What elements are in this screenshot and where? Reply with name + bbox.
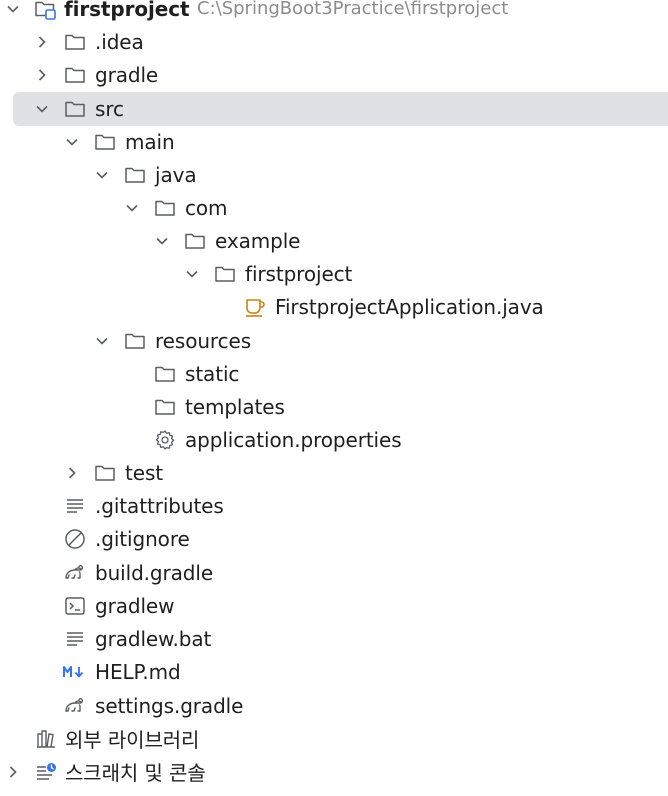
gradle-elephant-icon xyxy=(63,556,87,589)
scratch-icon xyxy=(34,755,58,788)
folder-icon xyxy=(63,92,87,125)
tree-item-label: main xyxy=(125,129,175,154)
tree-item-label: 외부 라이브러리 xyxy=(65,728,200,752)
tree-item-label: example xyxy=(215,228,301,253)
tree-item-label: gradlew xyxy=(95,593,175,618)
chevron-down-icon[interactable] xyxy=(94,158,110,191)
chevron-right-icon[interactable] xyxy=(34,25,50,58)
tree-item-label: HELP.md xyxy=(95,659,181,684)
chevron-down-icon[interactable] xyxy=(94,324,110,357)
folder-icon xyxy=(153,390,177,423)
tree-item-label: firstproject xyxy=(245,261,353,286)
folder-icon xyxy=(153,357,177,390)
module-folder-icon xyxy=(33,0,57,25)
tree-item-label: static xyxy=(185,361,240,386)
tree-row-resources[interactable]: resources xyxy=(0,329,668,365)
project-path: C:\SpringBoot3Practice\firstproject xyxy=(197,0,509,19)
folder-icon xyxy=(93,125,117,158)
tree-item-label: templates xyxy=(185,394,285,419)
tree-item-label: FirstprojectApplication.java xyxy=(275,294,544,319)
library-icon xyxy=(34,722,58,755)
folder-icon xyxy=(213,257,237,290)
tree-row-scratches[interactable]: 스크래치 및 콘솔 xyxy=(0,761,668,796)
markdown-icon xyxy=(63,655,87,688)
tree-item-label: test xyxy=(125,460,164,485)
terminal-icon xyxy=(63,589,87,622)
tree-item-label: .gitignore xyxy=(95,526,190,551)
chevron-down-icon[interactable] xyxy=(34,92,50,125)
chevron-down-icon[interactable] xyxy=(154,224,170,257)
java-class-icon xyxy=(243,290,267,323)
folder-icon xyxy=(123,324,147,357)
folder-icon xyxy=(63,25,87,58)
tree-item-label: java xyxy=(155,162,197,187)
gear-icon xyxy=(153,423,177,456)
folder-icon xyxy=(123,158,147,191)
tree-item-label: .idea xyxy=(95,29,144,54)
tree-row-java[interactable]: java xyxy=(0,163,668,199)
chevron-right-icon[interactable] xyxy=(34,58,50,91)
tree-item-label: com xyxy=(185,195,228,220)
chevron-down-icon[interactable] xyxy=(64,125,80,158)
text-lines-icon xyxy=(63,622,87,655)
gradle-elephant-icon xyxy=(63,689,87,722)
tree-item-label: gradle xyxy=(95,62,159,87)
chevron-down-icon[interactable] xyxy=(5,0,21,25)
ignore-icon xyxy=(63,522,87,555)
tree-row-com[interactable]: com xyxy=(0,196,668,232)
chevron-right-icon[interactable] xyxy=(5,755,21,788)
chevron-down-icon[interactable] xyxy=(124,191,140,224)
project-tree: firstproject C:\SpringBoot3Practice\firs… xyxy=(0,0,668,786)
tree-item-label: build.gradle xyxy=(95,560,214,585)
folder-icon xyxy=(153,191,177,224)
folder-icon xyxy=(93,456,117,489)
tree-item-label: settings.gradle xyxy=(95,693,244,718)
folder-icon xyxy=(183,224,207,257)
chevron-right-icon[interactable] xyxy=(64,456,80,489)
tree-item-label: 스크래치 및 콘솔 xyxy=(65,761,206,785)
folder-icon xyxy=(63,58,87,91)
text-lines-icon xyxy=(63,489,87,522)
tree-item-label: resources xyxy=(155,328,252,353)
tree-item-label: .gitattributes xyxy=(95,493,224,518)
tree-item-label: firstproject xyxy=(64,0,190,21)
tree-item-label: src xyxy=(95,96,124,121)
tree-item-label: application.properties xyxy=(185,427,402,452)
tree-row-static[interactable]: static xyxy=(0,362,668,398)
chevron-down-icon[interactable] xyxy=(184,257,200,290)
tree-item-label: gradlew.bat xyxy=(95,626,212,651)
